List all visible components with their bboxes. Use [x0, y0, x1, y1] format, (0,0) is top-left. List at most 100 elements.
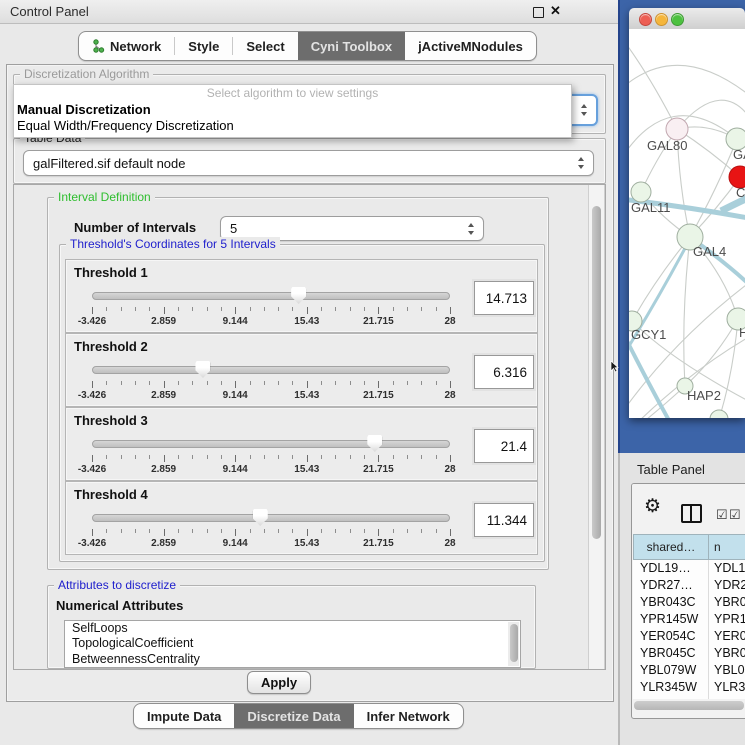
slider-thumb-icon[interactable]	[291, 287, 306, 304]
table-panel-title: Table Panel	[637, 462, 705, 477]
slider-tick-labels: -3.4262.8599.14415.4321.71528	[92, 316, 450, 328]
threshold-row-3: Threshold 3-3.4262.8599.14415.4321.71528…	[65, 407, 538, 481]
float-icon[interactable]	[533, 7, 544, 18]
threshold-label: Threshold 4	[74, 487, 148, 502]
table-row[interactable]: YBR043CYBR0	[633, 594, 745, 611]
network-canvas[interactable]: GAL80GACGAL11GAL4GCY1HHAP2	[629, 29, 745, 418]
combo-arrows-icon[interactable]	[580, 104, 588, 116]
checkbox-icon[interactable]: ☑	[729, 507, 741, 523]
cell-name: YER0	[714, 628, 745, 645]
threshold-row-4: Threshold 4-3.4262.8599.14415.4321.71528…	[65, 481, 538, 555]
mode-tab-infer-network[interactable]: Infer Network	[354, 704, 463, 728]
settings-scrollbar-track[interactable]	[588, 185, 605, 669]
tab-label: Cyni Toolbox	[311, 39, 392, 54]
control-panel-titlebar: Control Panel ✕	[0, 0, 618, 24]
table-row[interactable]: YLR345WYLR3	[633, 679, 745, 696]
close-traffic-light[interactable]	[639, 13, 652, 26]
network-edge[interactable]	[629, 65, 745, 99]
cell-shared-name: YIL052C	[640, 696, 689, 699]
dropdown-option-manual-discretization[interactable]: Manual Discretization	[14, 102, 571, 118]
gear-icon[interactable]: ⚙	[644, 495, 661, 518]
zoom-traffic-light[interactable]	[671, 13, 684, 26]
slider-thumb-icon[interactable]	[195, 361, 210, 378]
minimize-traffic-light[interactable]	[655, 13, 668, 26]
threshold-value-field[interactable]: 21.4	[474, 429, 534, 463]
network-node[interactable]	[710, 410, 728, 418]
num-intervals-label: Number of Intervals	[74, 220, 196, 235]
cell-name: YLR3	[714, 679, 745, 696]
attribute-item-betweennesscentrality[interactable]: BetweennessCentrality	[65, 652, 520, 667]
attribute-item-topologicalcoefficient[interactable]: TopologicalCoefficient	[65, 636, 520, 651]
apply-button[interactable]: Apply	[247, 671, 311, 694]
table-row[interactable]: YIL052CYIL0	[633, 696, 745, 699]
attribute-item-selfloops[interactable]: SelfLoops	[65, 621, 520, 636]
mode-tab-impute-data[interactable]: Impute Data	[134, 704, 234, 728]
threshold-slider[interactable]	[92, 508, 450, 528]
slider-track[interactable]	[92, 440, 450, 448]
combo-arrows-icon[interactable]	[577, 157, 585, 169]
node-label-gal80: GAL80	[647, 138, 687, 153]
columns-icon[interactable]	[681, 504, 702, 523]
interval-definition-group: Interval Definition Number of Intervals …	[47, 197, 549, 570]
checkbox-icon[interactable]: ☑	[716, 507, 728, 523]
slider-thumb-icon[interactable]	[367, 435, 382, 452]
control-panel: Control Panel ✕ Network StyleSelect Cyni T…	[0, 0, 618, 745]
slider-ticks	[92, 455, 450, 464]
tab-network[interactable]: Network	[79, 32, 174, 60]
node-table-window: ⚙ ☑ ☑ shared…n YDL19…YDL1YDR27…YDR2YBR04…	[631, 483, 745, 719]
slider-thumb-icon[interactable]	[253, 509, 268, 526]
tab-cyni-toolbox[interactable]: Cyni Toolbox	[298, 32, 405, 60]
cell-shared-name: YDL19…	[640, 560, 691, 577]
network-node[interactable]	[631, 182, 651, 202]
column-header-shared[interactable]: shared…	[633, 534, 709, 560]
table-row[interactable]: YBR045CYBR0	[633, 645, 745, 662]
threshold-slider[interactable]	[92, 360, 450, 380]
network-window-titlebar[interactable]	[629, 8, 745, 30]
table-row[interactable]: YER054C YER0	[633, 628, 745, 645]
mode-tab-label: Impute Data	[147, 709, 221, 724]
network-edge[interactable]	[629, 37, 677, 129]
settings-scrollpane: Interval Definition Number of Intervals …	[13, 184, 606, 670]
tab-style[interactable]: Style	[175, 32, 232, 60]
table-row[interactable]: YPR145WYPR1	[633, 611, 745, 628]
close-icon[interactable]: ✕	[550, 3, 561, 19]
slider-track[interactable]	[92, 366, 450, 374]
mode-tab-discretize-data[interactable]: Discretize Data	[234, 704, 353, 728]
threshold-value-field[interactable]: 11.344	[474, 503, 534, 537]
cell-shared-name: YDR27…	[640, 577, 693, 594]
network-edge[interactable]	[690, 139, 737, 237]
dropdown-option-equal-width-frequency-discretization[interactable]: Equal Width/Frequency Discretization	[14, 118, 571, 134]
tab-jactivemnodules[interactable]: jActiveMNodules	[405, 32, 536, 60]
slider-track[interactable]	[92, 514, 450, 522]
numerical-attributes-list[interactable]: SelfLoopsTopologicalCoefficientBetweenne…	[64, 620, 521, 668]
table-horizontal-scrollbar[interactable]	[634, 701, 744, 710]
table-data-combobox[interactable]: galFiltered.sif default node	[23, 150, 594, 176]
cell-shared-name: YER054C	[640, 628, 696, 645]
table-row[interactable]: YDR27… YDR2	[633, 577, 745, 594]
combo-arrows-icon[interactable]	[467, 223, 475, 235]
network-node[interactable]	[666, 118, 688, 140]
network-edge[interactable]	[632, 237, 690, 321]
tab-select[interactable]: Select	[233, 32, 297, 60]
table-row[interactable]: YBL079WYBL0	[633, 662, 745, 679]
cell-name: YDR2	[714, 577, 745, 594]
attributes-group: Attributes to discretize Numerical Attri…	[47, 585, 536, 669]
threshold-value-field[interactable]: 14.713	[474, 281, 534, 315]
column-header-n[interactable]: n	[708, 534, 745, 560]
threshold-value-field[interactable]: 6.316	[474, 355, 534, 389]
threshold-label: Threshold 2	[74, 339, 148, 354]
slider-track[interactable]	[92, 292, 450, 300]
threshold-slider[interactable]	[92, 434, 450, 454]
table-data-group: Table Data galFiltered.sif default node	[13, 138, 606, 184]
dropdown-placeholder: Select algorithm to view settings	[14, 85, 571, 102]
node-label-gcy1: GCY1	[631, 327, 666, 342]
settings-scrollbar-thumb[interactable]	[592, 206, 601, 539]
dropdown-options: Manual DiscretizationEqual Width/Frequen…	[14, 102, 571, 134]
threshold-slider[interactable]	[92, 286, 450, 306]
threshold-row-2: Threshold 2-3.4262.8599.14415.4321.71528…	[65, 333, 538, 407]
attributes-scrollbar[interactable]	[508, 622, 519, 666]
threshold-label: Threshold 1	[74, 265, 148, 280]
tab-label: Network	[110, 39, 161, 54]
attributes-group-label: Attributes to discretize	[54, 578, 180, 592]
table-row[interactable]: YDL19…YDL1	[633, 560, 745, 577]
